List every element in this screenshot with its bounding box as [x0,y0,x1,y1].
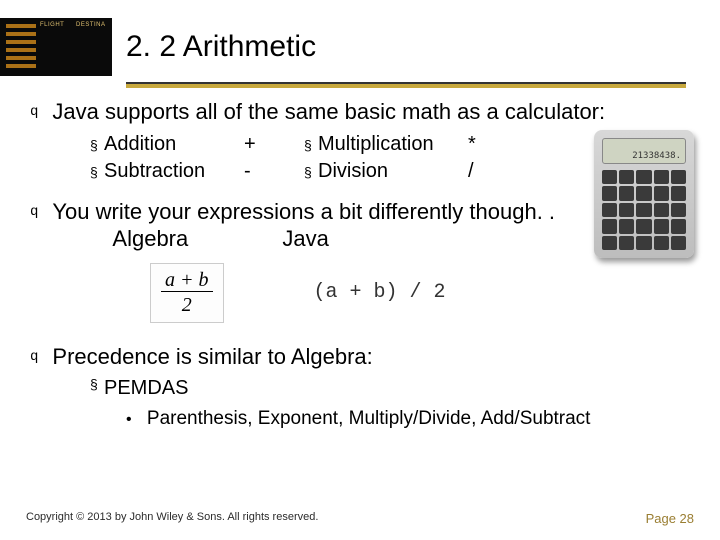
calculator-display: 21338438. [602,138,686,164]
op-add-symbol: + [244,132,304,157]
calculator-body: 21338438. [594,130,694,258]
pemdas-detail: Parenthesis, Exponent, Multiply/Divide, … [147,408,591,429]
fraction-numerator: a + b [161,269,213,292]
expression-row: a + b 2 (a + b) / 2 [150,263,696,323]
bullet-marker: q [30,104,38,126]
op-div-symbol: / [468,159,498,184]
pemdas-detail-row: • Parenthesis, Exponent, Multiply/Divide… [126,407,696,431]
bullet-2-text: You write your expressions a bit differe… [52,198,555,226]
board-label-destination: DESTINA [76,22,106,28]
bullet-3: q Precedence is similar to Algebra: [30,343,696,371]
sub-bullet-marker: § [304,164,318,182]
slide-footer: Copyright © 2013 by John Wiley & Sons. A… [26,511,694,526]
op-mul-symbol: * [468,132,498,157]
slide-title: 2. 2 Arithmetic [126,30,316,64]
fraction: a + b 2 [161,268,213,318]
op-sub-label: Subtraction [104,159,244,184]
op-add-label: Addition [104,132,244,157]
pemdas-block: § PEMDAS [90,376,696,401]
sub-bullet-marker: § [90,376,104,401]
java-expression: (a + b) / 2 [314,280,446,305]
bullet-1-text: Java supports all of the same basic math… [52,98,605,126]
dot-bullet-marker: • [126,411,132,428]
page-number: Page 28 [646,511,694,526]
col-java: Java [282,225,328,253]
copyright-text: Copyright © 2013 by John Wiley & Sons. A… [26,511,318,526]
fraction-denominator: 2 [182,292,192,316]
algebra-expression: a + b 2 [150,263,224,323]
op-sub-symbol: - [244,159,304,184]
slide-header: FLIGHT DESTINA 2. 2 Arithmetic [0,0,720,80]
pemdas-heading: § PEMDAS [90,376,696,401]
sub-bullet-marker: § [90,164,104,182]
pemdas-label: PEMDAS [104,376,188,401]
bullet-marker: q [30,349,38,371]
bullet-1: q Java supports all of the same basic ma… [30,98,696,126]
bullet-3-text: Precedence is similar to Algebra: [52,343,372,371]
op-div-label: Division [318,159,468,184]
expression-column-headers: Algebra Java [112,225,555,253]
calculator-keys [602,170,686,250]
board-label-flight: FLIGHT [40,22,64,28]
col-algebra: Algebra [112,225,282,253]
op-mul-label: Multiplication [318,132,468,157]
calculator-image: 21338438. [594,130,694,258]
flight-board-image: FLIGHT DESTINA [0,18,112,76]
bullet-marker: q [30,204,38,253]
sub-bullet-marker: § [90,137,104,155]
sub-bullet-marker: § [304,137,318,155]
bullet-2-content: You write your expressions a bit differe… [52,198,555,253]
